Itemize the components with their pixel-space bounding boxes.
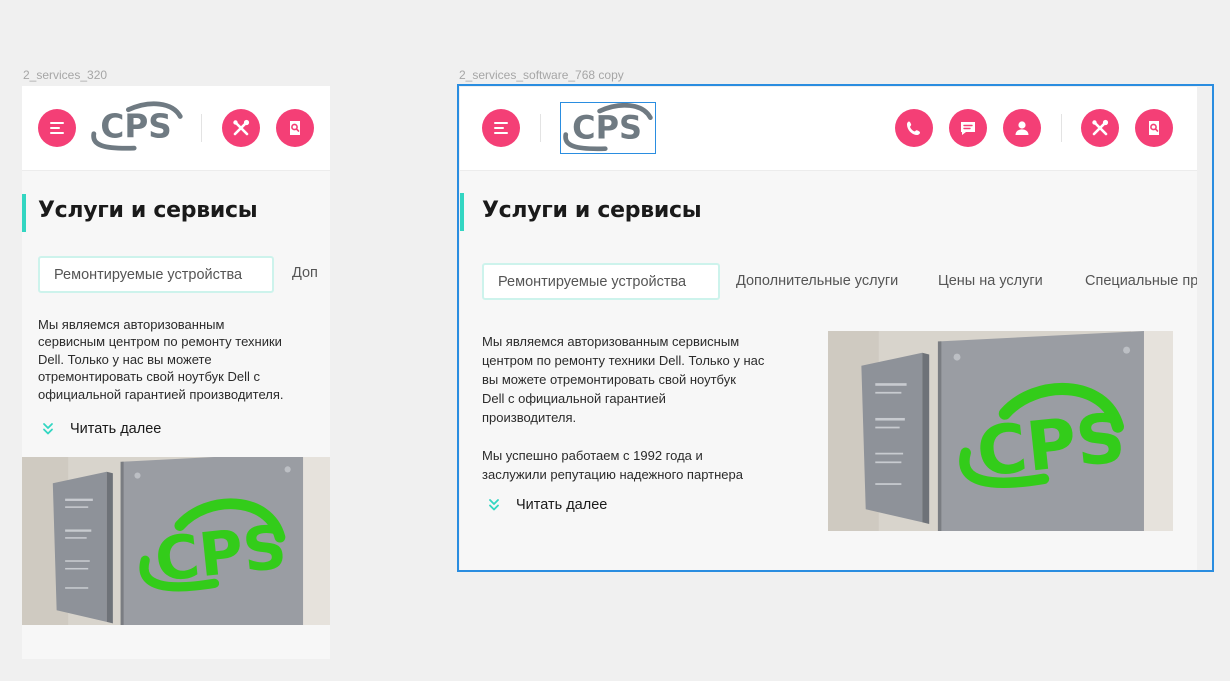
tab-repairable-devices[interactable]: Ремонтируемые устройства [38, 256, 274, 293]
chat-button[interactable] [949, 109, 987, 147]
text-line: центром по ремонту техники Dell. Только … [482, 353, 765, 368]
text-line: заслужили репутацию надежного партнера [482, 467, 743, 482]
tools-icon [1090, 118, 1110, 138]
logo-selection-outline [560, 102, 656, 154]
search-document-icon [285, 118, 305, 138]
phone-icon [904, 118, 924, 138]
search-document-button[interactable] [1135, 109, 1173, 147]
header-divider [540, 114, 541, 142]
service-button[interactable] [1081, 109, 1119, 147]
office-sign-photo [828, 331, 1173, 531]
chat-icon [958, 118, 978, 138]
text-line: официальной гарантией производителя. [38, 386, 284, 402]
tab-label: Ремонтируемые устройства [54, 266, 243, 283]
menu-button[interactable] [38, 109, 76, 147]
artboard-tablet: Услуги и сервисы Ремонтируемые устройств… [460, 87, 1197, 570]
tab-label: Специальные пр [1085, 273, 1197, 289]
search-document-icon [1144, 118, 1164, 138]
tab-service-prices[interactable]: Цены на услуги [938, 273, 1043, 289]
double-chevron-down-icon [42, 422, 54, 436]
text-line: сервисным центром по ремонту техники [38, 334, 282, 350]
tab-additional-services[interactable]: Доп [292, 265, 318, 281]
title-accent-bar [460, 193, 464, 231]
tablet-header [460, 87, 1197, 171]
menu-button[interactable] [482, 109, 520, 147]
tab-label: Ремонтируемые устройства [498, 273, 687, 290]
tab-special-offers[interactable]: Специальные пр [1085, 273, 1197, 289]
header-divider [201, 114, 202, 142]
account-button[interactable] [1003, 109, 1041, 147]
logo[interactable] [90, 100, 186, 154]
page-title: Услуги и сервисы [482, 198, 702, 223]
title-accent-bar [22, 194, 26, 232]
menu-icon [47, 118, 67, 138]
double-chevron-down-icon [488, 498, 500, 512]
read-more-link[interactable]: Читать далее [42, 421, 161, 437]
tab-additional-services[interactable]: Дополнительные услуги [736, 273, 898, 289]
read-more-label: Читать далее [516, 497, 608, 513]
text-line: Мы являемся авторизованным [38, 317, 225, 332]
tab-label: Цены на услуги [938, 273, 1043, 289]
user-icon [1012, 118, 1032, 138]
read-more-label: Читать далее [70, 421, 162, 437]
text-line: вы можете отремонтировать свой ноутбук [482, 372, 736, 387]
office-sign-photo [22, 457, 330, 625]
text-line: Dell с официальной гарантией [482, 391, 666, 406]
menu-icon [491, 118, 511, 138]
text-line: Мы являемся авторизованным сервисным [482, 334, 740, 349]
text-line: Dell. Только у нас вы можете [38, 351, 212, 367]
read-more-link[interactable]: Читать далее [488, 497, 607, 513]
page-title: Услуги и сервисы [38, 198, 258, 223]
tab-repairable-devices[interactable]: Ремонтируемые устройства [482, 263, 720, 300]
text-line: отремонтировать свой ноутбук Dell с [38, 369, 260, 385]
mobile-header [22, 86, 330, 171]
header-divider [1061, 114, 1062, 142]
tab-label: Дополнительные услуги [736, 273, 899, 289]
service-button[interactable] [222, 109, 260, 147]
frame-label-tablet: 2_services_software_768 copy [459, 68, 624, 82]
text-line: производителя. [482, 410, 577, 425]
text-line: Мы успешно работаем с 1992 года и [482, 448, 703, 463]
artboard-mobile: Услуги и сервисы Ремонтируемые устройств… [22, 86, 330, 659]
phone-button[interactable] [895, 109, 933, 147]
intro-text: Мы являемся авторизованным сервисным цен… [38, 316, 318, 403]
tab-label: Доп [292, 265, 318, 281]
tools-icon [231, 118, 251, 138]
frame-label-mobile: 2_services_320 [23, 68, 108, 82]
intro-text: Мы являемся авторизованным сервисным цен… [482, 332, 802, 484]
search-document-button[interactable] [276, 109, 314, 147]
